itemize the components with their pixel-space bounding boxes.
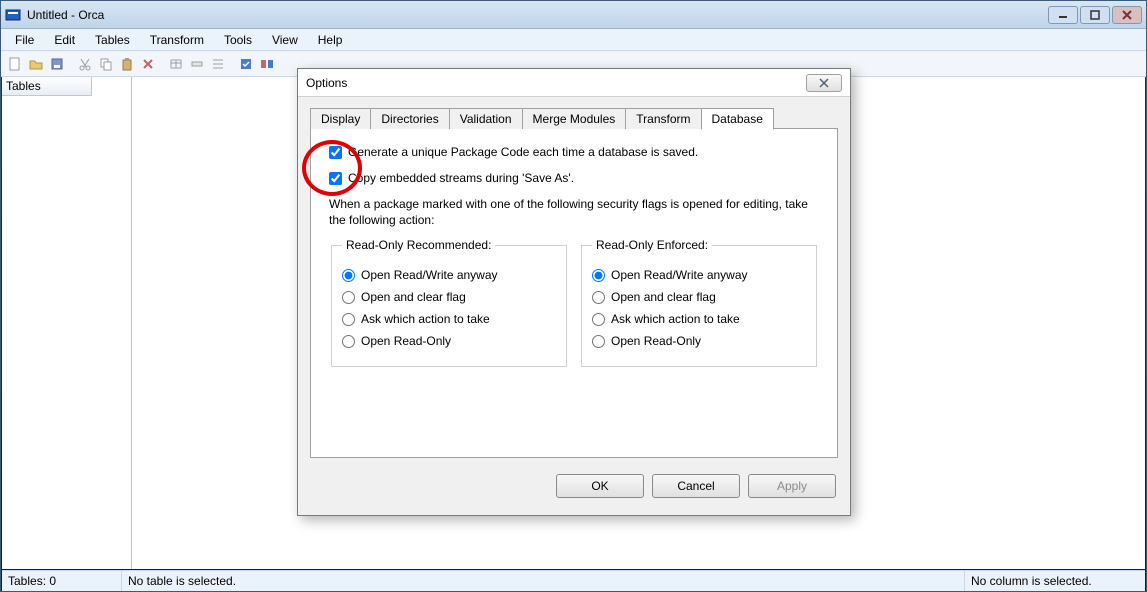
tab-display[interactable]: Display <box>310 108 371 129</box>
radio-rec-open-ro-label: Open Read-Only <box>361 334 451 348</box>
menu-transform[interactable]: Transform <box>140 31 214 49</box>
tables-header[interactable]: Tables <box>2 77 92 96</box>
validate-icon[interactable] <box>236 54 256 74</box>
menu-edit[interactable]: Edit <box>44 31 85 49</box>
open-icon[interactable] <box>26 54 46 74</box>
table-icon[interactable] <box>166 54 186 74</box>
radio-rec-open-rw-label: Open Read/Write anyway <box>361 268 498 282</box>
legend-readonly-enforced: Read-Only Enforced: <box>592 238 712 252</box>
radio-enf-open-ro-label: Open Read-Only <box>611 334 701 348</box>
radio-enf-ask-label: Ask which action to take <box>611 312 740 326</box>
save-icon[interactable] <box>47 54 67 74</box>
radio-rec-open-ro[interactable] <box>342 335 355 348</box>
status-tables-count: Tables: 0 <box>2 571 122 591</box>
tables-panel: Tables <box>2 77 132 569</box>
chk-copy-embedded-streams[interactable] <box>329 172 342 185</box>
radio-enf-open-rw-label: Open Read/Write anyway <box>611 268 748 282</box>
radio-rec-ask[interactable] <box>342 313 355 326</box>
group-readonly-enforced: Read-Only Enforced: Open Read/Write anyw… <box>581 238 817 367</box>
status-column-selection: No column is selected. <box>965 571 1145 591</box>
menubar: File Edit Tables Transform Tools View He… <box>1 29 1146 51</box>
radio-rec-open-rw[interactable] <box>342 269 355 282</box>
legend-readonly-recommended: Read-Only Recommended: <box>342 238 495 252</box>
security-instructions: When a package marked with one of the fo… <box>329 197 819 228</box>
group-readonly-recommended: Read-Only Recommended: Open Read/Write a… <box>331 238 567 367</box>
options-dialog: Options Display Directories Validation M… <box>297 68 851 516</box>
radio-enf-open-ro[interactable] <box>592 335 605 348</box>
tabstrip: Display Directories Validation Merge Mod… <box>310 108 838 129</box>
row-icon[interactable] <box>187 54 207 74</box>
tab-validation[interactable]: Validation <box>449 108 523 129</box>
radio-rec-ask-label: Ask which action to take <box>361 312 490 326</box>
cancel-button[interactable]: Cancel <box>652 474 740 498</box>
new-icon[interactable] <box>5 54 25 74</box>
tab-database[interactable]: Database <box>701 108 774 130</box>
radio-rec-clear-flag-label: Open and clear flag <box>361 290 466 304</box>
dialog-title: Options <box>306 76 806 90</box>
apply-button[interactable]: Apply <box>748 474 836 498</box>
titlebar: Untitled - Orca <box>1 1 1146 29</box>
close-button[interactable] <box>1112 6 1142 24</box>
statusbar: Tables: 0 No table is selected. No colum… <box>2 570 1145 591</box>
cut-icon[interactable] <box>75 54 95 74</box>
merge-icon[interactable] <box>257 54 277 74</box>
menu-help[interactable]: Help <box>308 31 353 49</box>
list-icon[interactable] <box>208 54 228 74</box>
paste-icon[interactable] <box>117 54 137 74</box>
window-title: Untitled - Orca <box>27 8 1048 22</box>
menu-tables[interactable]: Tables <box>85 31 140 49</box>
delete-icon[interactable] <box>138 54 158 74</box>
minimize-button[interactable] <box>1048 6 1078 24</box>
app-icon <box>5 7 21 23</box>
tab-transform[interactable]: Transform <box>625 108 701 129</box>
maximize-button[interactable] <box>1080 6 1110 24</box>
status-table-selection: No table is selected. <box>122 571 965 591</box>
chk-generate-package-code-label: Generate a unique Package Code each time… <box>348 145 698 159</box>
radio-enf-open-rw[interactable] <box>592 269 605 282</box>
menu-file[interactable]: File <box>5 31 44 49</box>
chk-generate-package-code[interactable] <box>329 146 342 159</box>
copy-icon[interactable] <box>96 54 116 74</box>
tab-directories[interactable]: Directories <box>370 108 449 129</box>
menu-view[interactable]: View <box>262 31 308 49</box>
radio-enf-clear-flag-label: Open and clear flag <box>611 290 716 304</box>
ok-button[interactable]: OK <box>556 474 644 498</box>
dialog-titlebar: Options <box>298 69 850 97</box>
tab-merge-modules[interactable]: Merge Modules <box>522 108 627 129</box>
tabpanel-database: Generate a unique Package Code each time… <box>310 128 838 458</box>
menu-tools[interactable]: Tools <box>214 31 262 49</box>
radio-rec-clear-flag[interactable] <box>342 291 355 304</box>
radio-enf-ask[interactable] <box>592 313 605 326</box>
chk-copy-embedded-streams-label: Copy embedded streams during 'Save As'. <box>348 171 574 185</box>
radio-enf-clear-flag[interactable] <box>592 291 605 304</box>
dialog-close-button[interactable] <box>806 74 842 92</box>
